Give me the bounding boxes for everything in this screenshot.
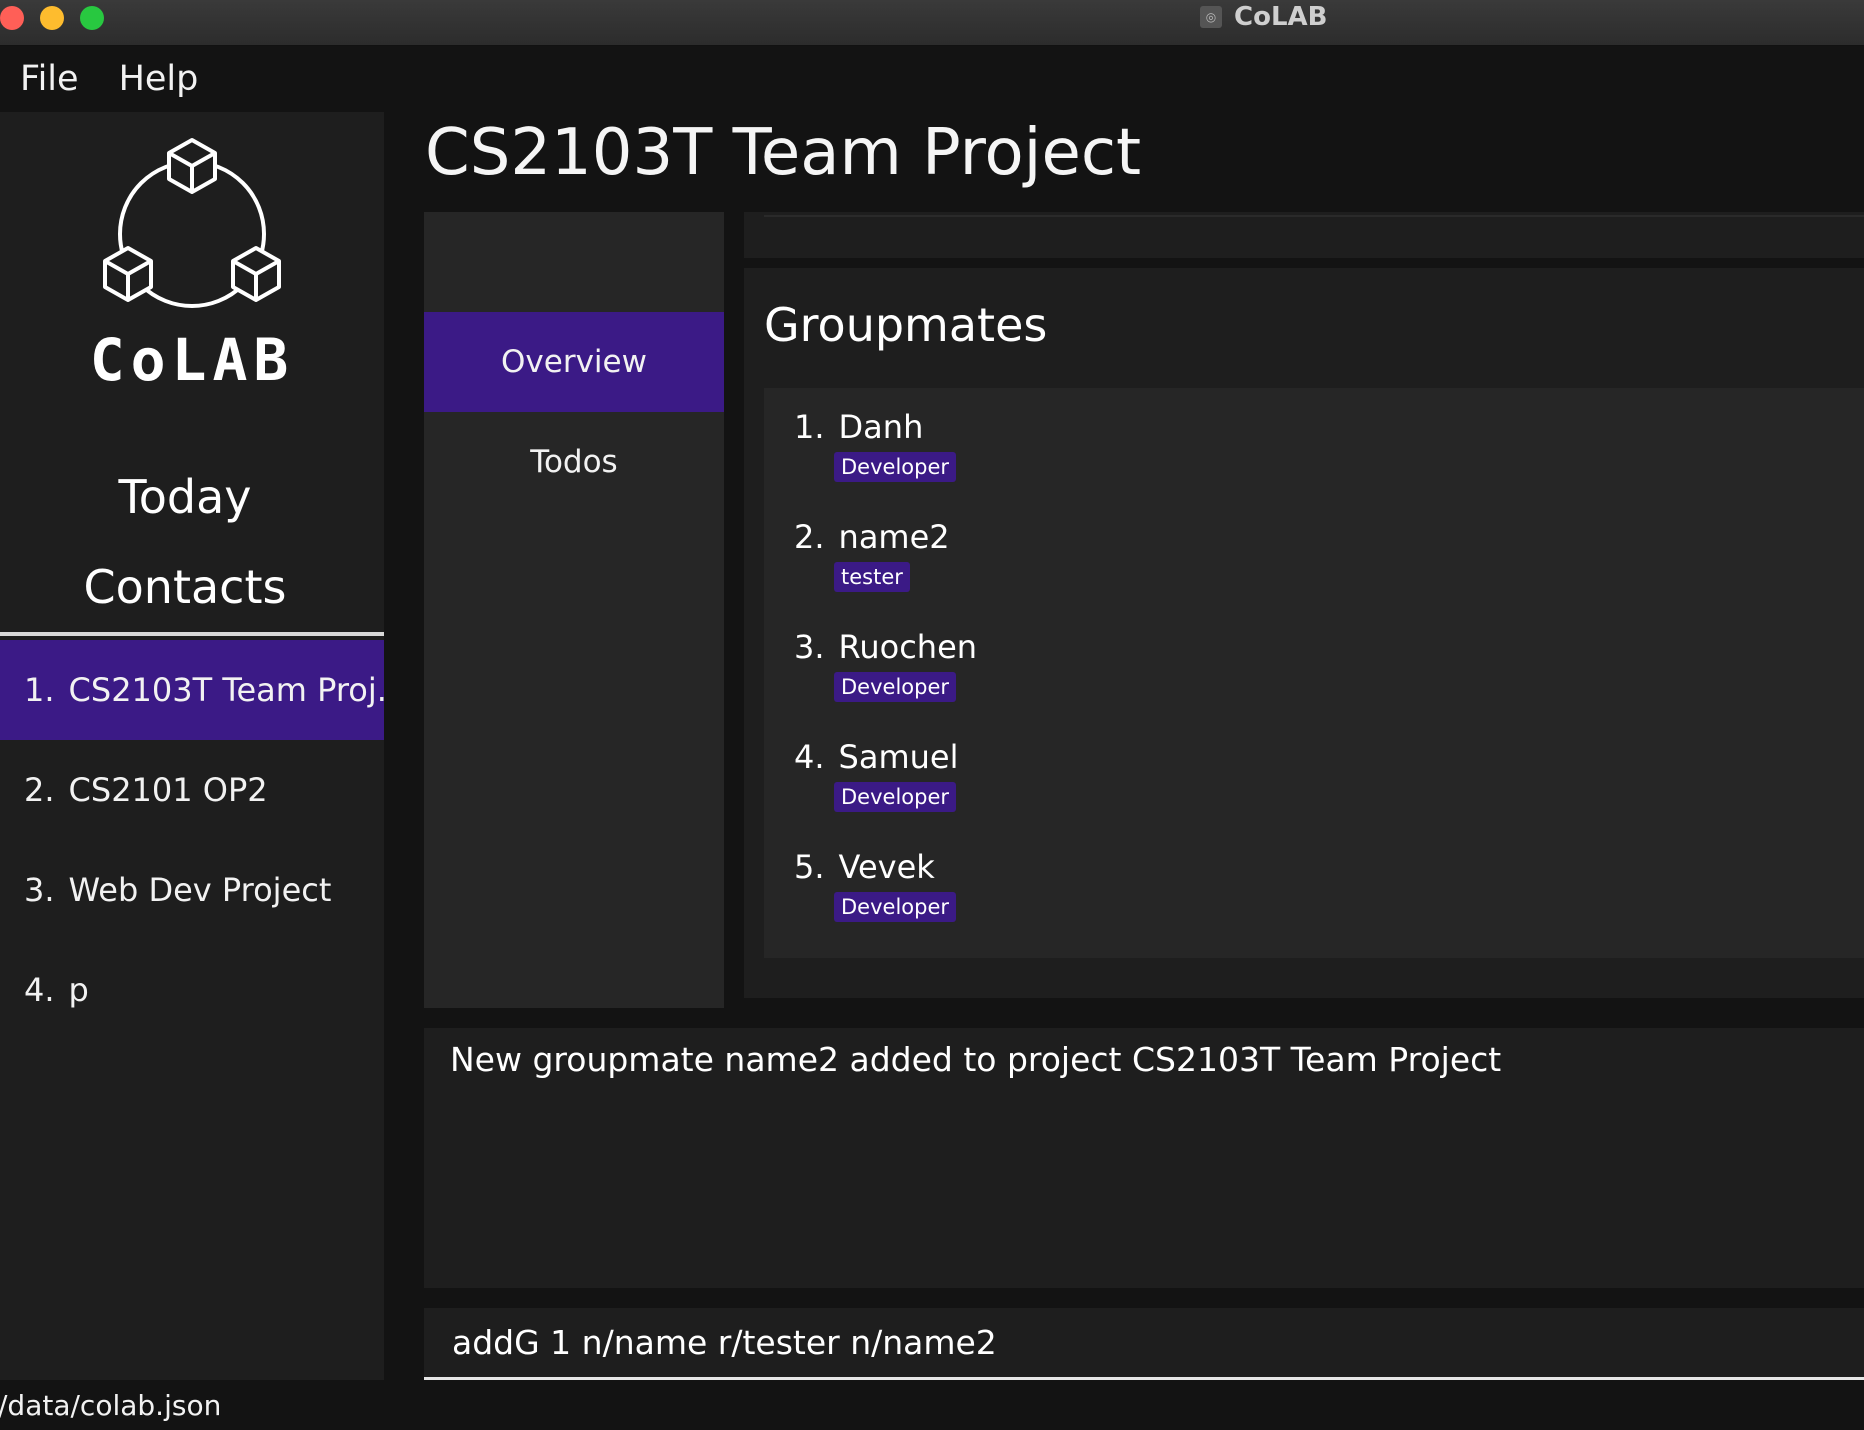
app-icon: ◎ xyxy=(1200,6,1222,28)
project-index: 1. xyxy=(24,671,55,709)
project-index: 4. xyxy=(24,971,55,1009)
groupmates-title: Groupmates xyxy=(764,298,1048,352)
groupmate-name: Vevek xyxy=(838,848,935,886)
project-item-3[interactable]: 3. Web Dev Project xyxy=(0,840,384,940)
colab-logo-icon xyxy=(103,138,281,308)
sidebar: CoLAB Today Contacts 1. CS2103T Team Pro… xyxy=(0,112,384,1380)
project-tabs-panel: Overview Todos xyxy=(424,212,724,1008)
groupmate-item[interactable]: 4. Samuel Developer xyxy=(764,730,1864,840)
groupmate-index: 5. xyxy=(794,848,825,886)
groupmate-item[interactable]: 3. Ruochen Developer xyxy=(764,620,1864,730)
role-badge: Developer xyxy=(834,892,957,922)
groupmate-index: 3. xyxy=(794,628,825,666)
nav-contacts[interactable]: Contacts xyxy=(0,560,370,614)
project-name: CS2103T Team Proj... xyxy=(68,671,384,709)
project-name: p xyxy=(68,971,89,1009)
command-input[interactable] xyxy=(450,1322,1864,1363)
project-name: CS2101 OP2 xyxy=(68,771,268,809)
tab-todos[interactable]: Todos xyxy=(424,412,724,512)
tab-overview[interactable]: Overview xyxy=(424,312,724,412)
groupmate-name: Samuel xyxy=(838,738,959,776)
groupmates-card: Groupmates 1. Danh Developer 2. name2 test… xyxy=(744,268,1864,998)
groupmate-item[interactable]: 5. Vevek Developer xyxy=(764,840,1864,950)
groupmate-index: 1. xyxy=(794,408,825,446)
status-file-path: /data/colab.json xyxy=(0,1388,222,1422)
menu-bar: File Help xyxy=(0,46,1864,112)
groupmate-index: 2. xyxy=(794,518,825,556)
project-index: 2. xyxy=(24,771,55,809)
role-badge: Developer xyxy=(834,782,957,812)
groupmate-name: Danh xyxy=(838,408,924,446)
status-bar: /data/colab.json xyxy=(0,1380,1864,1430)
menu-help[interactable]: Help xyxy=(99,59,219,99)
close-window-button[interactable] xyxy=(0,6,24,30)
groupmate-name: Ruochen xyxy=(838,628,978,666)
groupmate-name-row: 4. Samuel xyxy=(794,738,958,776)
role-badge: Developer xyxy=(834,672,957,702)
sidebar-divider xyxy=(0,632,384,636)
page-title: CS2103T Team Project xyxy=(425,116,1142,190)
role-badge: Developer xyxy=(834,452,957,482)
project-item-1[interactable]: 1. CS2103T Team Proj... xyxy=(0,640,384,740)
groupmate-name: name2 xyxy=(838,518,950,556)
groupmate-index: 4. xyxy=(794,738,825,776)
role-badge: tester xyxy=(834,562,910,592)
groupmate-name-row: 2. name2 xyxy=(794,518,950,556)
groupmate-name-row: 5. Vevek xyxy=(794,848,935,886)
project-name: Web Dev Project xyxy=(68,871,332,909)
maximize-window-button[interactable] xyxy=(80,6,104,30)
groupmate-name-row: 1. Danh xyxy=(794,408,923,446)
command-box xyxy=(424,1308,1864,1380)
result-display[interactable]: New groupmate name2 added to project CS2… xyxy=(424,1028,1864,1288)
result-message: New groupmate name2 added to project CS2… xyxy=(450,1040,1502,1079)
groupmate-list[interactable]: 1. Danh Developer 2. name2 tester 3. Ruoche… xyxy=(764,388,1864,958)
project-item-2[interactable]: 2. CS2101 OP2 xyxy=(0,740,384,840)
logo-text: CoLAB xyxy=(89,326,295,394)
app-logo: CoLAB xyxy=(0,136,384,436)
window-title: CoLAB xyxy=(1234,2,1328,32)
project-index: 3. xyxy=(24,871,55,909)
overview-header-strip xyxy=(744,212,1864,258)
window-title-bar: ◎ CoLAB xyxy=(0,0,1864,46)
groupmate-item[interactable]: 2. name2 tester xyxy=(764,510,1864,620)
groupmate-item[interactable]: 1. Danh Developer xyxy=(764,400,1864,510)
window-title-group: ◎ CoLAB xyxy=(1200,0,1327,34)
project-item-4[interactable]: 4. p xyxy=(0,940,384,1040)
menu-file[interactable]: File xyxy=(0,59,99,99)
groupmate-name-row: 3. Ruochen xyxy=(794,628,977,666)
nav-today[interactable]: Today xyxy=(0,470,370,524)
minimize-window-button[interactable] xyxy=(40,6,64,30)
project-list: 1. CS2103T Team Proj... 2. CS2101 OP2 3.… xyxy=(0,640,384,1040)
